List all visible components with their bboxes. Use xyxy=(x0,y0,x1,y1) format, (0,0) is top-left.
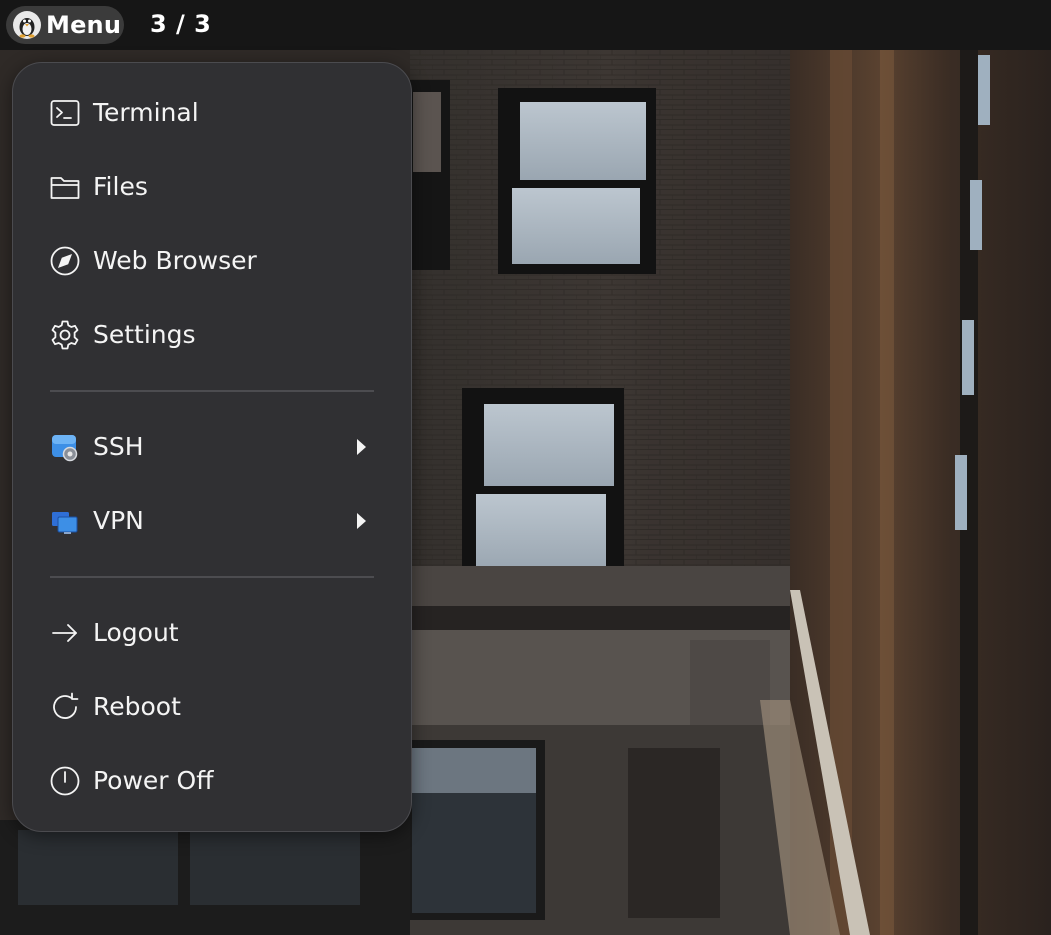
folder-icon xyxy=(49,171,81,203)
menu-item-power-off[interactable]: Power Off xyxy=(14,753,410,809)
menu-item-web-browser[interactable]: Web Browser xyxy=(14,233,410,289)
menu-item-label: Terminal xyxy=(93,98,199,127)
submenu-arrow-icon xyxy=(354,438,368,456)
gear-icon xyxy=(49,319,81,351)
menu-item-label: SSH xyxy=(93,432,144,461)
menu-item-files[interactable]: Files xyxy=(14,159,410,215)
menu-item-terminal[interactable]: Terminal xyxy=(14,85,410,141)
menu-item-label: Settings xyxy=(93,320,196,349)
submenu-arrow-icon xyxy=(354,512,368,530)
compass-icon xyxy=(49,245,81,277)
vpn-icon xyxy=(49,505,81,537)
menu-item-vpn[interactable]: VPN xyxy=(14,493,410,549)
menu-item-reboot[interactable]: Reboot xyxy=(14,679,410,735)
menu-item-logout[interactable]: Logout xyxy=(14,605,410,661)
menu-item-label: VPN xyxy=(93,506,144,535)
menu-item-label: Web Browser xyxy=(93,246,257,275)
arrow-right-icon xyxy=(49,617,81,649)
reboot-icon xyxy=(49,691,81,723)
app-menu-popup: Terminal Files Web Browser Settings SSH … xyxy=(12,62,412,832)
top-panel: Menu 3 / 3 xyxy=(0,0,1051,50)
menu-item-ssh[interactable]: SSH xyxy=(14,419,410,475)
menu-button[interactable]: Menu xyxy=(6,6,124,44)
menu-separator xyxy=(50,390,374,392)
menu-item-settings[interactable]: Settings xyxy=(14,307,410,363)
ssh-icon xyxy=(49,431,81,463)
power-icon xyxy=(49,765,81,797)
menu-item-label: Power Off xyxy=(93,766,214,795)
penguin-icon xyxy=(12,10,42,40)
workspace-indicator[interactable]: 3 / 3 xyxy=(150,10,211,38)
menu-button-label: Menu xyxy=(46,11,122,39)
menu-separator xyxy=(50,576,374,578)
menu-item-label: Logout xyxy=(93,618,179,647)
menu-item-label: Files xyxy=(93,172,148,201)
terminal-icon xyxy=(49,97,81,129)
menu-item-label: Reboot xyxy=(93,692,181,721)
